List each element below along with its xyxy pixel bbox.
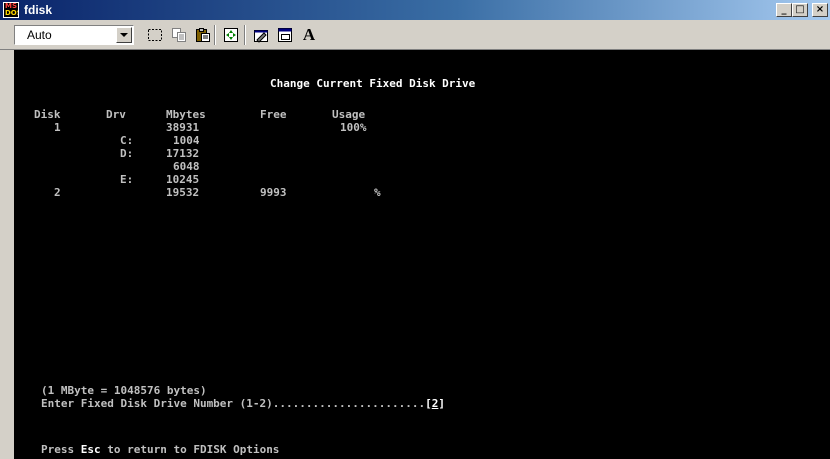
- window-title: fdisk: [24, 3, 53, 17]
- table-row: D: 17132: [34, 147, 434, 160]
- console-screen[interactable]: Change Current Fixed Disk Drive Disk Drv…: [14, 50, 830, 459]
- column-header-usage: Usage: [332, 108, 366, 121]
- font-size-value: Auto: [27, 28, 52, 42]
- footer-hint: Press Esc to return to FDISK Options: [41, 443, 279, 456]
- row-mbytes: 10245: [166, 173, 200, 186]
- row-drv: C:: [120, 134, 134, 147]
- paste-icon: [196, 28, 210, 42]
- table-row: 1 38931 100%: [34, 121, 434, 134]
- msdos-icon[interactable]: MS DOS: [3, 2, 19, 18]
- row-mbytes: 17132: [166, 147, 200, 160]
- row-drv: D:: [120, 147, 134, 160]
- maximize-button[interactable]: □: [792, 3, 808, 17]
- console-window: MS DOS fdisk _ □ × Auto: [0, 0, 830, 459]
- background-button[interactable]: [274, 24, 296, 46]
- icon-text-dos: DOS: [5, 9, 18, 17]
- footer-rest: to return to FDISK Options: [100, 443, 280, 456]
- row-free: 9993: [260, 186, 287, 199]
- table-row: 2 19532 9993 %: [34, 186, 434, 199]
- row-disk: 1: [54, 121, 61, 134]
- table-header: Disk Drv Mbytes Free Usage: [34, 108, 434, 121]
- copy-icon: [172, 28, 186, 42]
- footer-press: Press: [41, 443, 81, 456]
- paste-button[interactable]: [192, 24, 214, 46]
- prompt-close-bracket: ]: [438, 397, 445, 410]
- properties-button[interactable]: [250, 24, 272, 46]
- row-mbytes: 6048: [173, 160, 200, 173]
- column-header-drv: Drv: [106, 108, 126, 121]
- screen-heading: Change Current Fixed Disk Drive: [270, 77, 476, 90]
- font-size-select[interactable]: Auto: [14, 25, 134, 45]
- close-button[interactable]: ×: [812, 3, 828, 17]
- row-usage: %: [374, 186, 381, 199]
- row-mbytes: 19532: [166, 186, 200, 199]
- minimize-button[interactable]: _: [776, 3, 792, 17]
- toolbar-separator: [214, 25, 216, 45]
- table-row: 6048: [34, 160, 434, 173]
- console-toolbar: Auto A: [0, 20, 830, 50]
- copy-button[interactable]: [168, 24, 190, 46]
- properties-icon: [254, 30, 268, 43]
- mbyte-note: (1 MByte = 1048576 bytes): [41, 384, 207, 397]
- row-mbytes: 38931: [166, 121, 200, 134]
- esc-key-label: Esc: [80, 443, 101, 456]
- table-row: E: 10245: [34, 173, 434, 186]
- title-bar[interactable]: MS DOS fdisk _ □ ×: [0, 0, 830, 20]
- column-header-disk: Disk: [34, 108, 61, 121]
- prompt-text: Enter Fixed Disk Drive Number (1-2).....…: [41, 397, 426, 410]
- drive-number-prompt: Enter Fixed Disk Drive Number (1-2).....…: [41, 397, 445, 410]
- prompt-open-bracket: [: [425, 397, 432, 410]
- fullscreen-icon: [224, 28, 238, 42]
- toolbar-separator: [244, 25, 246, 45]
- chevron-down-icon[interactable]: [116, 27, 132, 43]
- mark-icon: [148, 29, 162, 41]
- font-button[interactable]: A: [298, 24, 320, 46]
- table-row: C: 1004: [34, 134, 434, 147]
- row-drv: E:: [120, 173, 134, 186]
- row-disk: 2: [54, 186, 61, 199]
- row-mbytes: 1004: [173, 134, 200, 147]
- column-header-free: Free: [260, 108, 287, 121]
- background-icon: [278, 28, 292, 42]
- column-header-mbytes: Mbytes: [166, 108, 206, 121]
- row-usage: 100%: [340, 121, 367, 134]
- mark-button[interactable]: [144, 24, 166, 46]
- fullscreen-button[interactable]: [220, 24, 242, 46]
